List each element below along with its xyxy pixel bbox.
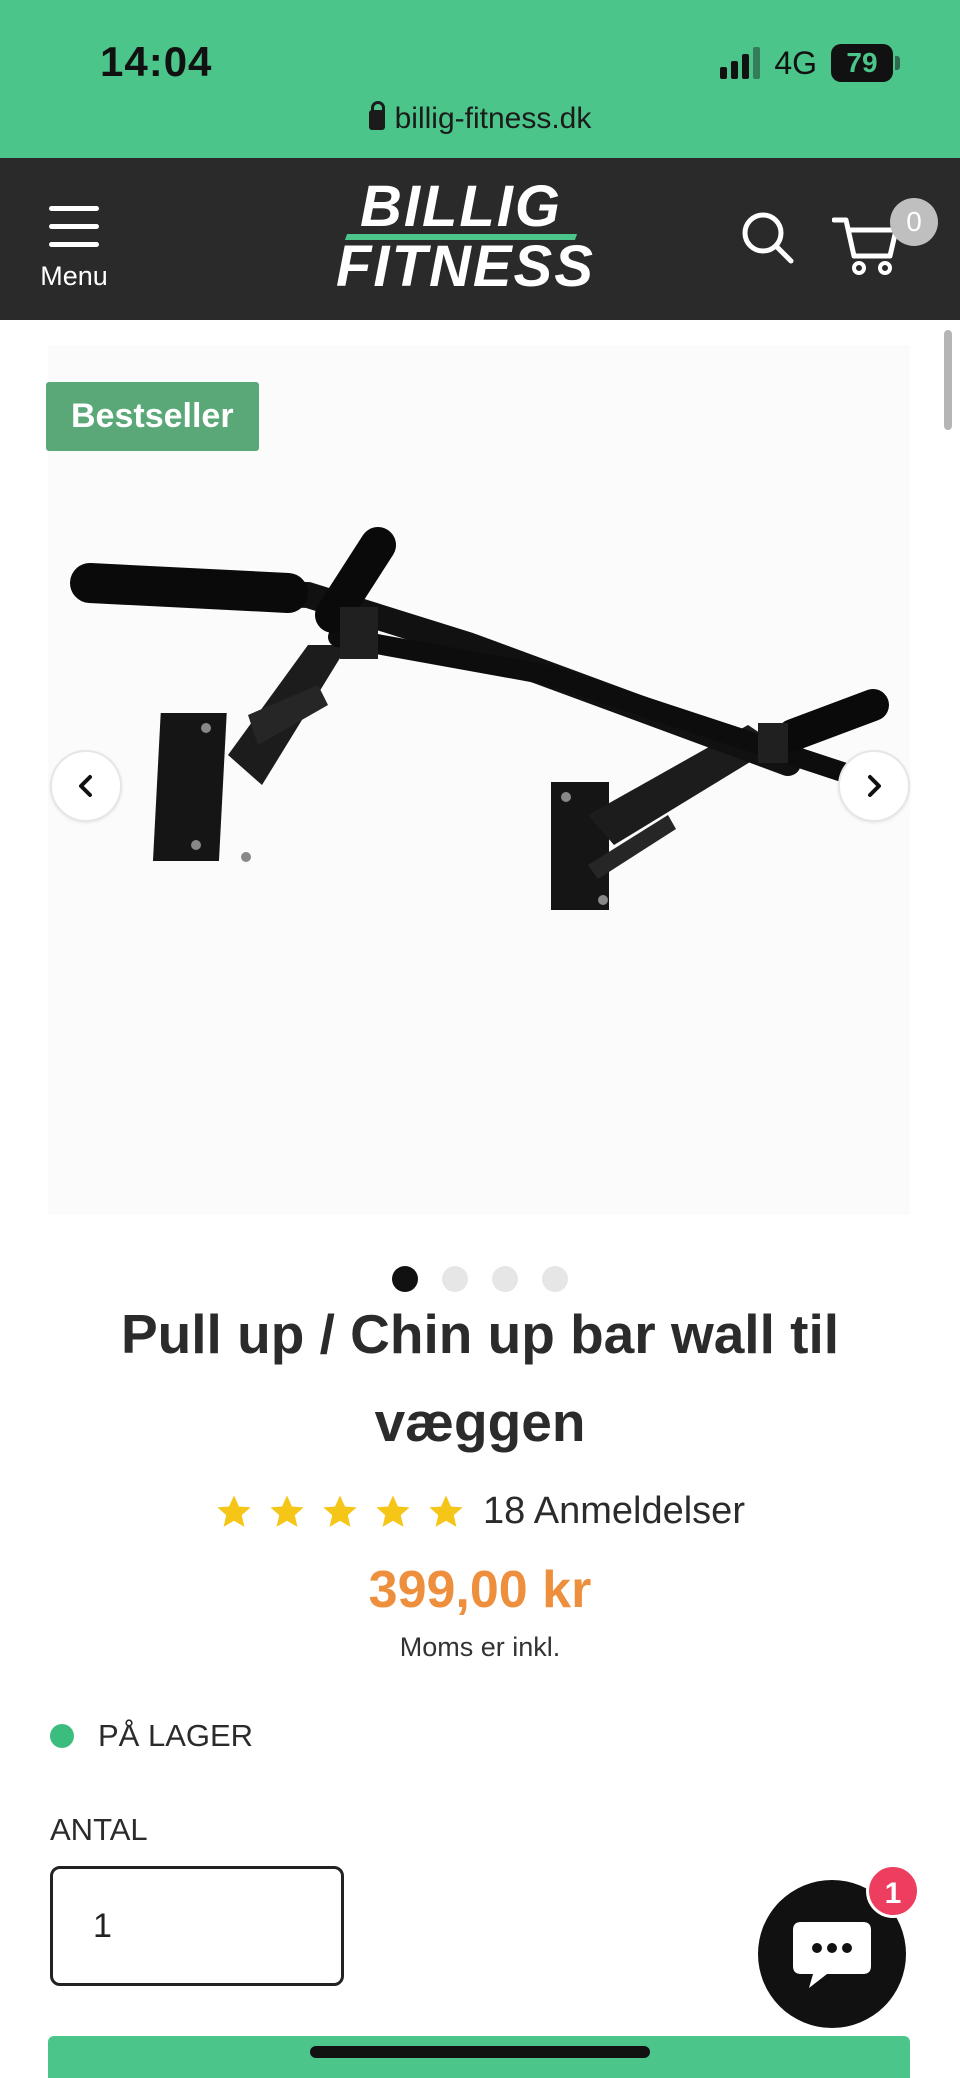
battery-icon: 79 bbox=[831, 44, 900, 82]
status-time: 14:04 bbox=[100, 38, 213, 85]
bestseller-badge: Bestseller bbox=[46, 382, 259, 451]
in-stock-dot-icon bbox=[50, 1724, 74, 1748]
chevron-right-icon bbox=[868, 775, 881, 797]
product-image[interactable] bbox=[48, 345, 910, 1215]
menu-button[interactable]: Menu bbox=[34, 206, 114, 292]
quantity-input[interactable]: 1 bbox=[50, 1866, 344, 1986]
stock-status: PÅ LAGER bbox=[50, 1718, 253, 1754]
chat-unread-badge: 1 bbox=[866, 1864, 920, 1918]
status-indicators: 4G 79 bbox=[720, 44, 900, 82]
gallery-next-button[interactable] bbox=[838, 750, 910, 822]
product-price: 399,00 kr bbox=[368, 1561, 592, 1619]
home-indicator bbox=[310, 2046, 650, 2058]
signal-icon bbox=[720, 47, 761, 79]
star-icon bbox=[376, 1494, 410, 1527]
star-icon bbox=[270, 1494, 304, 1527]
logo-line-2: FITNESS bbox=[336, 234, 595, 299]
gallery-dot-4[interactable] bbox=[542, 1266, 568, 1292]
logo-line-1: BILLIG bbox=[359, 174, 563, 239]
chat-bubble-icon bbox=[793, 1922, 871, 1988]
product-title: Pull up / Chin up bar wall til væggen bbox=[120, 1303, 840, 1453]
star-icon bbox=[429, 1494, 463, 1527]
battery-level: 79 bbox=[831, 44, 893, 82]
cart-count-badge: 0 bbox=[890, 198, 938, 246]
cart-button[interactable]: 0 bbox=[832, 198, 938, 282]
gallery-prev-button[interactable] bbox=[50, 750, 122, 822]
url-bar[interactable]: billig-fitness.dk bbox=[0, 101, 960, 136]
product-rating[interactable]: 18 Anmeldelser bbox=[0, 1490, 960, 1533]
chevron-left-icon bbox=[79, 775, 92, 797]
pull-up-bar-image bbox=[70, 527, 898, 910]
scrollbar[interactable] bbox=[944, 330, 952, 430]
site-header: Menu BILLIG FITNESS 0 bbox=[0, 158, 960, 430]
stock-status-text: PÅ LAGER bbox=[98, 1718, 254, 1753]
gallery-pagination bbox=[392, 1266, 568, 1292]
menu-label: Menu bbox=[40, 261, 108, 291]
hamburger-icon bbox=[34, 206, 114, 247]
review-count-link[interactable]: 18 Anmeldelser bbox=[483, 1490, 745, 1533]
gallery-dot-2[interactable] bbox=[442, 1266, 468, 1292]
lock-icon bbox=[368, 101, 385, 130]
network-type: 4G bbox=[774, 44, 817, 81]
site-logo[interactable]: BILLIG FITNESS bbox=[336, 174, 595, 299]
gallery-dot-1[interactable] bbox=[392, 1266, 418, 1292]
search-icon[interactable] bbox=[740, 210, 794, 264]
status-bar: 14:04 4G 79 billig-fitness.dk bbox=[0, 0, 960, 158]
url-text: billig-fitness.dk bbox=[394, 102, 592, 135]
tax-note: Moms er inkl. bbox=[399, 1632, 561, 1662]
star-icon bbox=[323, 1494, 357, 1527]
logo-stripe bbox=[344, 234, 578, 240]
gallery-dot-3[interactable] bbox=[492, 1266, 518, 1292]
star-icon bbox=[217, 1494, 251, 1527]
quantity-label: ANTAL bbox=[50, 1812, 148, 1847]
rating-stars bbox=[215, 1493, 465, 1531]
